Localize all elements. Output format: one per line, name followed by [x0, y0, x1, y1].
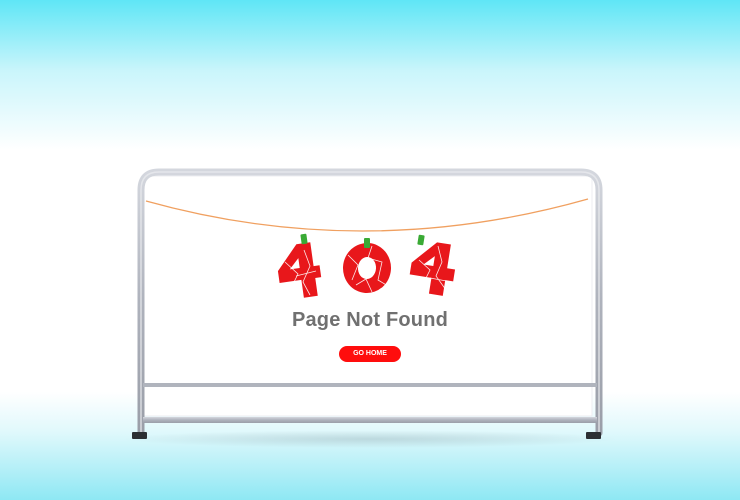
barrier-foot-right	[586, 432, 601, 439]
barrier-rail-upper	[143, 383, 597, 387]
page-title: Page Not Found	[291, 309, 449, 331]
barrier-panel	[143, 175, 593, 417]
barrier-illustration	[132, 168, 603, 439]
go-home-button[interactable]: GO HOME	[339, 346, 401, 362]
clothes-pin-2	[364, 238, 370, 248]
barrier-rail-lower	[143, 417, 597, 423]
barrier-foot-left	[132, 432, 147, 439]
